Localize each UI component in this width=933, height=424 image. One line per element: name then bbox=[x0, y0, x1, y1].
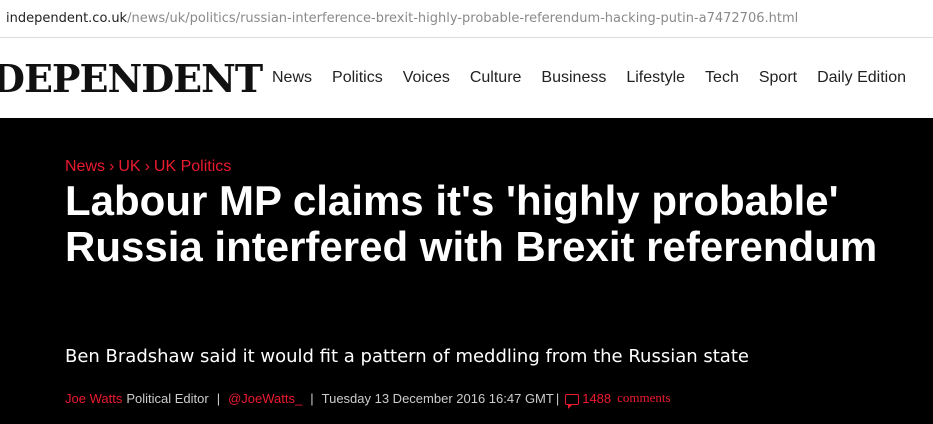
article-header: News › UK › UK Politics Labour MP claims it'… bbox=[0, 118, 933, 424]
nav-item-lifestyle[interactable]: Lifestyle bbox=[626, 69, 685, 87]
breadcrumb: News › UK › UK Politics bbox=[65, 158, 231, 176]
byline-divider: | bbox=[310, 390, 314, 406]
nav-item-business[interactable]: Business bbox=[541, 69, 606, 87]
author-role: Political Editor bbox=[126, 390, 209, 406]
address-bar[interactable]: independent.co.uk/news/uk/politics/russi… bbox=[0, 0, 933, 38]
breadcrumb-separator: › bbox=[109, 158, 115, 175]
author-link[interactable]: Joe Watts bbox=[65, 391, 122, 406]
main-nav: News Politics Voices Culture Business Li… bbox=[272, 38, 926, 118]
comments-label: comments bbox=[617, 390, 671, 405]
url-path: /news/uk/politics/russian-interference-b… bbox=[127, 11, 799, 26]
nav-item-culture[interactable]: Culture bbox=[470, 69, 522, 87]
nav-item-sport[interactable]: Sport bbox=[759, 69, 797, 87]
site-logo[interactable]: DEPENDENT bbox=[0, 56, 263, 101]
nav-item-voices[interactable]: Voices bbox=[403, 69, 450, 87]
byline-divider: | bbox=[216, 390, 221, 406]
breadcrumb-separator: › bbox=[144, 158, 150, 175]
nav-item-politics[interactable]: Politics bbox=[332, 69, 383, 87]
comment-count: 1488 bbox=[582, 390, 612, 406]
url-domain: independent.co.uk bbox=[6, 11, 128, 26]
site-header: DEPENDENT News Politics Voices Culture B… bbox=[0, 38, 933, 118]
breadcrumb-uk[interactable]: UK bbox=[118, 158, 140, 175]
article-headline: Labour MP claims it's 'highly probable' … bbox=[65, 177, 878, 270]
nav-item-tech[interactable]: Tech bbox=[705, 69, 739, 87]
twitter-handle-link[interactable]: @JoeWatts_ bbox=[228, 391, 302, 406]
comments-link[interactable]: 1488 comments bbox=[559, 390, 671, 409]
nav-item-news[interactable]: News bbox=[272, 69, 312, 87]
comment-bubble-icon bbox=[565, 393, 580, 409]
publish-date: Tuesday 13 December 2016 16:47 GMT bbox=[321, 390, 554, 406]
breadcrumb-news[interactable]: News bbox=[65, 158, 105, 175]
breadcrumb-uk-politics[interactable]: UK Politics bbox=[154, 158, 231, 175]
nav-item-daily-edition[interactable]: Daily Edition bbox=[817, 69, 906, 87]
byline: Joe Watts Political Editor | @JoeWatts_ … bbox=[65, 390, 671, 409]
article-standfirst: Ben Bradshaw said it would fit a pattern… bbox=[65, 346, 749, 367]
